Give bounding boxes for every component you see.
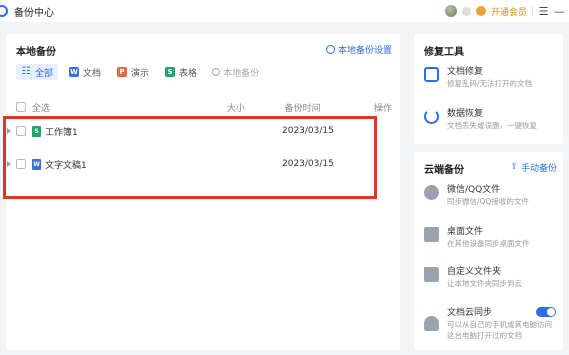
highlight-box (3, 116, 377, 199)
vip-link[interactable]: 开通会员 (491, 5, 527, 18)
item-desc: 文档丢失或误删，一键恢复 (447, 121, 537, 130)
filter-documents[interactable]: W 文档 (64, 64, 106, 80)
filter-label: 表格 (179, 68, 198, 79)
vip-icon[interactable] (475, 6, 486, 16)
data-recovery-icon (424, 109, 439, 124)
folder-icon (424, 267, 439, 282)
manual-backup-label: 手动备份 (520, 164, 557, 174)
column-backup-time: 备份时间 (284, 103, 321, 114)
card-title: 云端备份 (424, 165, 464, 176)
wechat-qq-files-item[interactable]: 微信/QQ文件 同步微信/QQ接收的文件 (424, 184, 560, 207)
item-title: 微信/QQ文件 (447, 185, 501, 195)
file-repair-item[interactable]: 文档修复 修复乱码/无法打开的文档 (424, 66, 560, 89)
item-desc: 修复乱码/无法打开的文档 (447, 79, 533, 88)
filter-label: 演示 (131, 68, 150, 79)
file-repair-icon (424, 67, 439, 82)
upload-icon: ⇪ (510, 162, 518, 172)
menu-icon[interactable]: ☰ (538, 5, 549, 18)
item-title: 自定义文件夹 (447, 267, 502, 277)
gear-icon (325, 45, 335, 54)
item-title: 数据恢复 (447, 109, 484, 119)
card-title: 修复工具 (424, 47, 464, 58)
item-desc: 在其他设备同步桌面文件 (447, 239, 530, 248)
item-desc: 同步微信/QQ接收的文件 (447, 197, 529, 206)
column-actions: 操作 (373, 103, 392, 114)
filter-all[interactable]: ☷ 全部 (16, 64, 59, 80)
window-title: 备份中心 (14, 7, 54, 19)
cloud-sync-icon (424, 316, 439, 331)
manual-backup-button[interactable]: ⇪ 手动备份 (510, 161, 557, 175)
filter-label: 全部 (35, 68, 54, 79)
column-size: 大小 (226, 103, 245, 114)
avatar[interactable] (444, 5, 457, 17)
search-placeholder: 本地备份 (223, 68, 260, 79)
title-bar: 备份中心 开通会员 ☰ — (0, 0, 569, 22)
all-icon: ☷ (21, 66, 31, 77)
toggle-knob (547, 308, 555, 316)
desktop-files-item[interactable]: 桌面文件 在其他设备同步桌面文件 (424, 226, 560, 249)
search-input[interactable]: 本地备份 (212, 66, 259, 79)
minimize-icon[interactable]: — (554, 5, 565, 18)
title-bar-actions: 开通会员 ☰ — (444, 0, 565, 22)
local-backup-settings-label: 本地备份设置 (337, 46, 392, 56)
data-recovery-item[interactable]: 数据恢复 文档丢失或误删，一键恢复 (424, 108, 560, 131)
filter-label: 文档 (83, 68, 102, 79)
cloud-backup-card: 云端备份 ⇪ 手动备份 微信/QQ文件 同步微信/QQ接收的文件 桌面文件 在其… (414, 152, 563, 350)
table-header: 全选 大小 备份时间 操作 (16, 99, 392, 115)
doc-cloud-sync-item[interactable]: 文档云同步 可以从自己的手机或其电脑访问这台电脑打开过的文档 (424, 307, 560, 341)
desktop-icon (424, 227, 439, 242)
cloud-sync-toggle[interactable] (536, 307, 556, 317)
item-title: 文档修复 (447, 67, 484, 77)
local-backup-settings-link[interactable]: 本地备份设置 (325, 43, 392, 56)
backup-center-logo-icon (0, 5, 8, 17)
select-all-checkbox[interactable] (16, 102, 26, 112)
repair-tools-card: 修复工具 文档修复 修复乱码/无法打开的文档 数据恢复 文档丢失或误删，一键恢复 (414, 34, 563, 144)
divider (532, 6, 533, 16)
panel-title: 本地备份 (16, 47, 56, 58)
filter-presentations[interactable]: P 演示 (112, 64, 154, 80)
item-desc: 让本地文件夹同步到云 (447, 279, 522, 288)
item-desc: 可以从自己的手机或其电脑访问这台电脑打开过的文档 (447, 320, 552, 340)
custom-folder-item[interactable]: 自定义文件夹 让本地文件夹同步到云 (424, 266, 560, 289)
status-icon[interactable] (461, 6, 471, 16)
wechat-qq-icon (424, 185, 439, 200)
presentation-icon: P (117, 67, 128, 77)
file-type-filters: ☷ 全部 W 文档 P 演示 S 表格 本地备份 (16, 63, 259, 81)
search-icon (212, 68, 221, 76)
filter-spreadsheets[interactable]: S 表格 (160, 64, 202, 80)
item-title: 桌面文件 (447, 227, 484, 237)
spreadsheet-icon: S (165, 67, 176, 77)
word-doc-icon: W (69, 67, 80, 77)
select-all-label: 全选 (31, 103, 50, 114)
